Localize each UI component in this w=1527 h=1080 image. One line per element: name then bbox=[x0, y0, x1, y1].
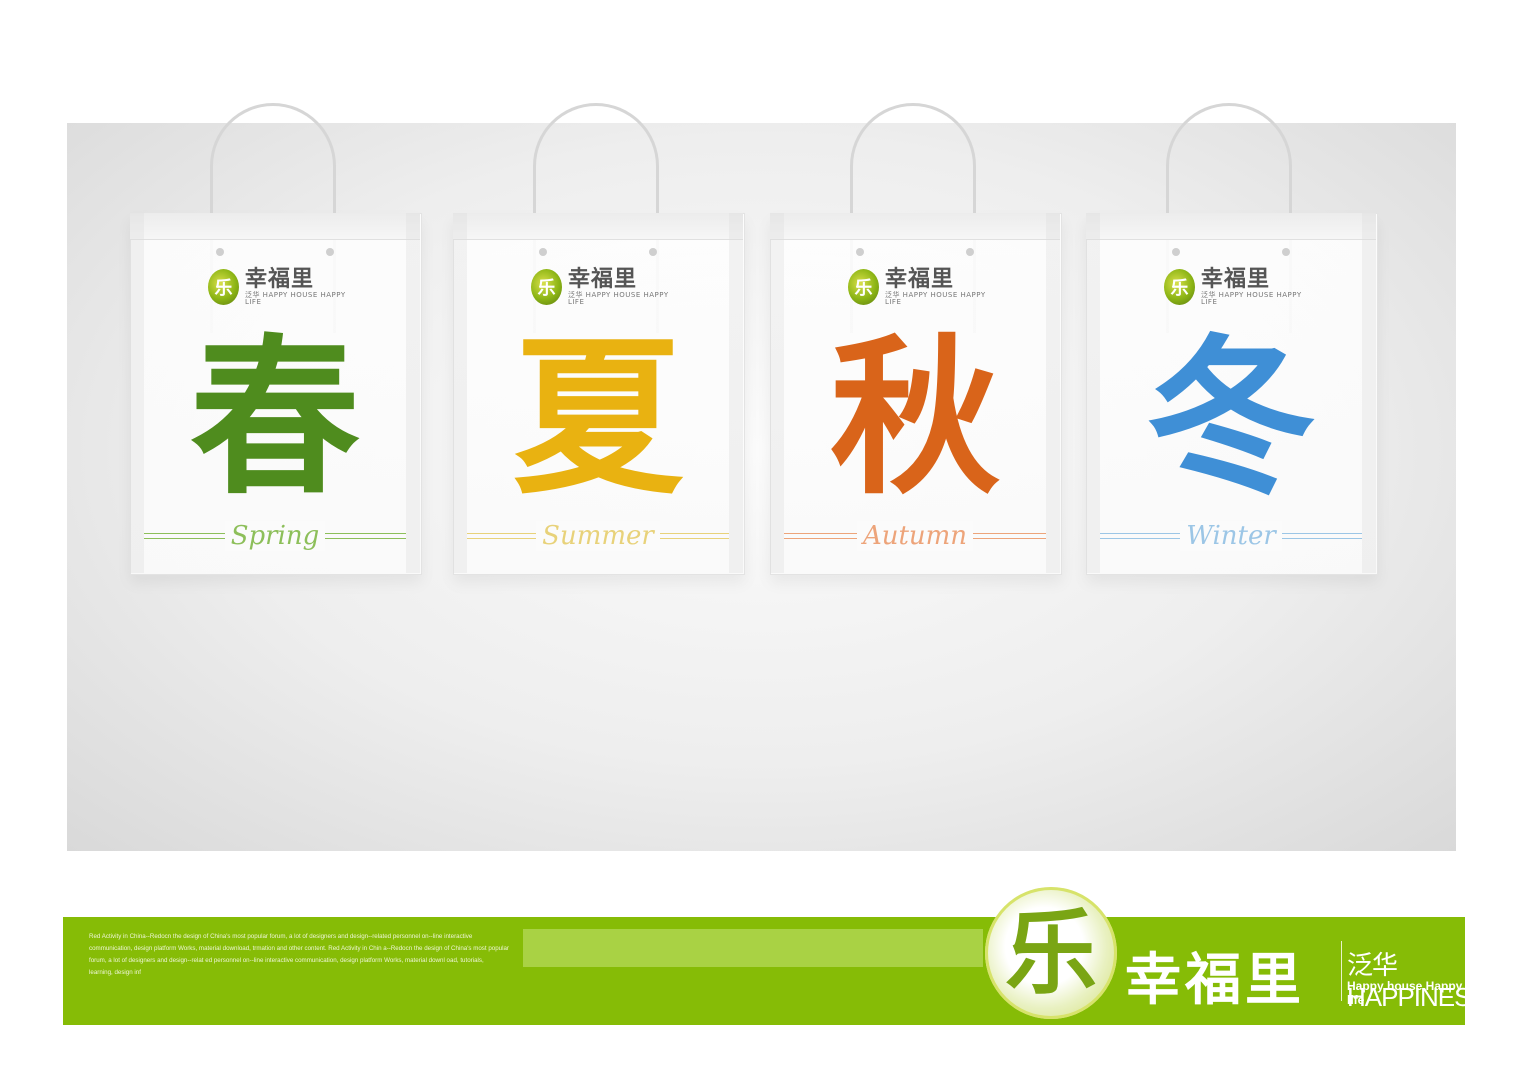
logo-mark-icon: 乐 bbox=[208, 269, 239, 305]
bag-logo: 乐 幸福里 泛华 HAPPY HOUSE HAPPY LIFE bbox=[1164, 265, 1304, 309]
bag-hole-icon bbox=[966, 248, 974, 256]
bag-logo: 乐 幸福里 泛华 HAPPY HOUSE HAPPY LIFE bbox=[848, 265, 988, 309]
bag-winter: 乐 幸福里 泛华 HAPPY HOUSE HAPPY LIFE 冬 Winter bbox=[1086, 103, 1378, 603]
bag-logo-name: 幸福里 bbox=[244, 266, 314, 292]
bag-logo-tag: 泛华 HAPPY HOUSE HAPPY LIFE bbox=[884, 291, 986, 306]
bag-logo-tag: 泛华 HAPPY HOUSE HAPPY LIFE bbox=[1200, 291, 1302, 306]
season-label: Summer bbox=[453, 521, 743, 551]
bag-side-left bbox=[1086, 213, 1100, 573]
season-label: Winter bbox=[1086, 521, 1376, 551]
brand-logo-icon: 乐 bbox=[985, 887, 1117, 1019]
bag-side-left bbox=[770, 213, 784, 573]
season-character: 秋 bbox=[829, 318, 1000, 518]
bag-logo-name: 幸福里 bbox=[1200, 266, 1270, 292]
brand-divider bbox=[1341, 941, 1342, 1001]
bag-hole-icon bbox=[216, 248, 224, 256]
bag-rim bbox=[453, 213, 743, 240]
bag-logo: 乐 幸福里 泛华 HAPPY HOUSE HAPPY LIFE bbox=[531, 265, 671, 309]
bag-logo: 乐 幸福里 泛华 HAPPY HOUSE HAPPY LIFE bbox=[208, 265, 348, 309]
season-character: 夏 bbox=[512, 318, 683, 518]
bag-rim bbox=[770, 213, 1060, 240]
bag-side-right bbox=[406, 213, 420, 573]
bag-summer: 乐 幸福里 泛华 HAPPY HOUSE HAPPY LIFE 夏 Summer bbox=[453, 103, 745, 603]
bag-side-right bbox=[1046, 213, 1060, 573]
bag-hole-icon bbox=[856, 248, 864, 256]
bag-side-right bbox=[1362, 213, 1376, 573]
footer-blurb: Red Activity in China--Redocn the design… bbox=[89, 933, 509, 976]
logo-mark-icon: 乐 bbox=[1164, 269, 1195, 305]
bag-spring: 乐 幸福里 泛华 HAPPY HOUSE HAPPY LIFE 春 Spring bbox=[130, 103, 422, 603]
bag-rim bbox=[1086, 213, 1376, 240]
bag-hole-icon bbox=[1172, 248, 1180, 256]
bag-autumn: 乐 幸福里 泛华 HAPPY HOUSE HAPPY LIFE 秋 Autumn bbox=[770, 103, 1062, 603]
logo-mark-icon: 乐 bbox=[531, 269, 562, 305]
bag-logo-name: 幸福里 bbox=[567, 266, 637, 292]
bag-hole-icon bbox=[539, 248, 547, 256]
bag-hole-icon bbox=[326, 248, 334, 256]
bag-logo-tag: 泛华 HAPPY HOUSE HAPPY LIFE bbox=[244, 291, 346, 306]
brand-name: 幸福里 bbox=[1125, 947, 1305, 1013]
bag-hole-icon bbox=[649, 248, 657, 256]
bag-hole-icon bbox=[1282, 248, 1290, 256]
bag-side-right bbox=[729, 213, 743, 573]
bag-logo-tag: 泛华 HAPPY HOUSE HAPPY LIFE bbox=[567, 291, 669, 306]
bag-side-left bbox=[130, 213, 144, 573]
footer-band: Red Activity in China--Redocn the design… bbox=[63, 887, 1488, 1025]
season-character: 冬 bbox=[1145, 318, 1316, 518]
bag-side-left bbox=[453, 213, 467, 573]
logo-mark-icon: 乐 bbox=[848, 269, 879, 305]
footer-bar bbox=[523, 929, 983, 967]
brand-tagline: Happy house Happy life bbox=[1347, 979, 1463, 1007]
season-label: Autumn bbox=[770, 521, 1060, 551]
bag-rim bbox=[130, 213, 420, 240]
season-label: Spring bbox=[130, 521, 420, 551]
bag-logo-name: 幸福里 bbox=[884, 266, 954, 292]
season-character: 春 bbox=[189, 318, 360, 518]
